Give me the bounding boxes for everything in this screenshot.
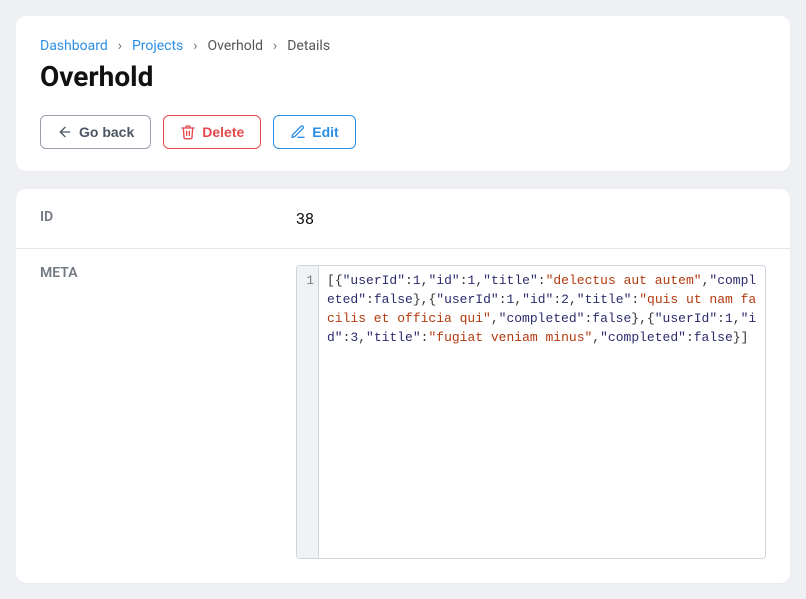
edit-label: Edit: [312, 124, 338, 140]
trash-icon: [180, 124, 196, 140]
breadcrumb-link[interactable]: Projects: [132, 38, 183, 54]
pencil-icon: [290, 124, 306, 140]
meta-value: 1 [{"userId":1,"id":1,"title":"delectus …: [296, 249, 790, 583]
breadcrumb-text: Overhold: [208, 38, 264, 54]
chevron-right-icon: ›: [273, 38, 277, 54]
meta-row: META 1 [{"userId":1,"id":1,"title":"dele…: [16, 249, 790, 583]
button-row: Go back Delete Edit: [40, 115, 766, 149]
chevron-right-icon: ›: [193, 38, 197, 54]
details-card: ID 38 META 1 [{"userId":1,"id":1,"title"…: [16, 189, 790, 583]
breadcrumb-text: Details: [287, 38, 330, 54]
id-value: 38: [296, 189, 790, 248]
code-gutter: 1: [297, 266, 319, 558]
header-card: Dashboard › Projects › Overhold › Details Over…: [16, 16, 790, 171]
go-back-button[interactable]: Go back: [40, 115, 151, 149]
meta-json-editor[interactable]: 1 [{"userId":1,"id":1,"title":"delectus …: [296, 265, 766, 559]
delete-button[interactable]: Delete: [163, 115, 261, 149]
chevron-right-icon: ›: [118, 38, 122, 54]
id-label: ID: [16, 189, 296, 248]
breadcrumb-link[interactable]: Dashboard: [40, 38, 108, 54]
go-back-label: Go back: [79, 124, 134, 140]
code-content[interactable]: [{"userId":1,"id":1,"title":"delectus au…: [319, 266, 765, 558]
delete-label: Delete: [202, 124, 244, 140]
breadcrumb: Dashboard › Projects › Overhold › Details: [40, 38, 766, 54]
page-title: Overhold: [40, 60, 766, 93]
arrow-left-icon: [57, 124, 73, 140]
edit-button[interactable]: Edit: [273, 115, 355, 149]
id-row: ID 38: [16, 189, 790, 249]
gutter-line-1: 1: [301, 272, 314, 291]
meta-label: META: [16, 249, 296, 583]
